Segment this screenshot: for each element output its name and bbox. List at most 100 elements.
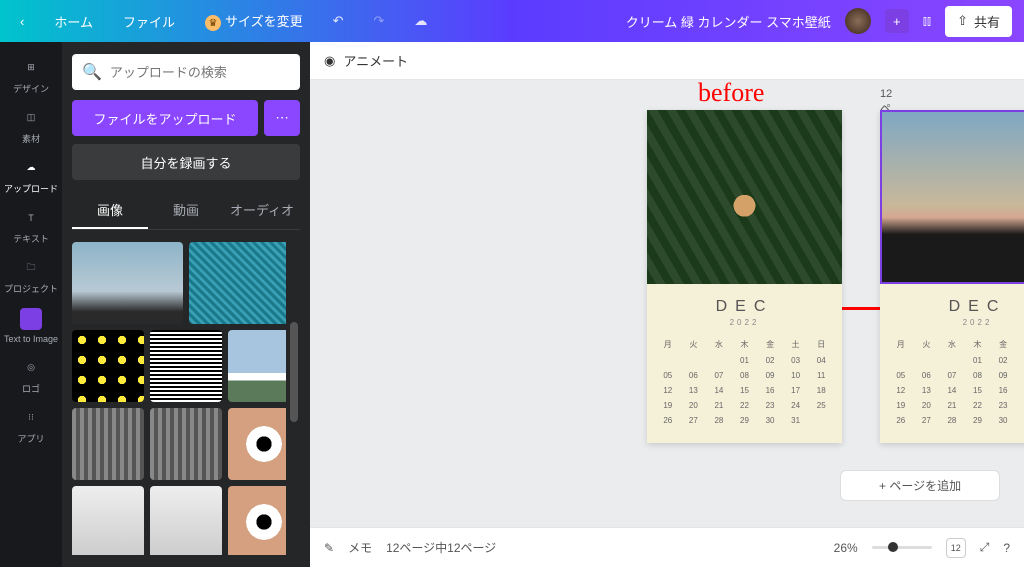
calendar-weekday: 水	[708, 339, 730, 350]
add-member-button[interactable]: +	[885, 9, 909, 33]
calendar-day: 15	[734, 386, 756, 395]
calendar-day: 21	[941, 401, 963, 410]
upload-thumb[interactable]	[150, 486, 222, 555]
search-icon: 🔍	[82, 62, 102, 82]
tab-image[interactable]: 画像	[72, 192, 148, 229]
file-button[interactable]: ファイル	[115, 8, 183, 35]
text-icon: T	[21, 208, 41, 228]
back-icon[interactable]: ‹	[12, 10, 32, 33]
calendar-year: 2022	[657, 318, 832, 327]
search-input[interactable]: 🔍	[72, 54, 300, 90]
calendar-day	[916, 356, 938, 365]
page-image-selected[interactable]	[880, 110, 1024, 284]
calendar-weekday: 水	[941, 339, 963, 350]
calendar-day	[810, 416, 832, 425]
rail-elements[interactable]: ◫素材	[3, 102, 59, 150]
rail-text[interactable]: Tテキスト	[3, 202, 59, 250]
calendar-day: 03	[1018, 356, 1024, 365]
animate-button[interactable]: アニメート	[343, 51, 408, 70]
calendar-day: 30	[992, 416, 1014, 425]
calendar-day: 23	[992, 401, 1014, 410]
upload-more-button[interactable]: ⋯	[264, 100, 300, 136]
rail-design[interactable]: ⊞デザイン	[3, 52, 59, 100]
calendar-day: 22	[967, 401, 989, 410]
tab-audio[interactable]: オーディオ	[224, 192, 300, 229]
annotation-before: before	[698, 80, 764, 108]
calendar-day: 06	[683, 371, 705, 380]
page-view-button[interactable]: 12	[946, 538, 966, 558]
elements-icon: ◫	[21, 108, 41, 128]
home-button[interactable]: ホーム	[46, 8, 101, 35]
rail-logo[interactable]: ◎ロゴ	[3, 352, 59, 400]
calendar-page-before[interactable]: DEC 2022 月火水木金土日010203040506070809101112…	[647, 110, 842, 443]
share-icon: ⇧	[957, 13, 968, 29]
calendar-day: 08	[734, 371, 756, 380]
calendar-day: 06	[916, 371, 938, 380]
upload-thumb[interactable]	[150, 408, 222, 480]
calendar-day: 24	[785, 401, 807, 410]
calendar-day: 22	[734, 401, 756, 410]
avatar[interactable]	[845, 8, 871, 34]
fullscreen-icon[interactable]: ⤢	[980, 540, 990, 555]
rail-label: アプリ	[17, 432, 44, 445]
notes-icon[interactable]: ✎	[324, 541, 334, 555]
upload-thumb[interactable]	[72, 486, 144, 555]
design-icon: ⊞	[21, 58, 41, 78]
calendar-day: 07	[708, 371, 730, 380]
rail-label: プロジェクト	[4, 282, 58, 295]
texttoimage-icon	[20, 308, 42, 330]
analytics-icon[interactable]: ⫾⫾	[923, 13, 931, 29]
rail-texttoimage[interactable]: Text to Image	[3, 302, 59, 350]
calendar-weekday: 月	[890, 339, 912, 350]
calendar-day: 01	[734, 356, 756, 365]
document-title[interactable]: クリーム 緑 カレンダー スマホ壁紙	[626, 12, 831, 31]
scrollbar-thumb[interactable]	[290, 322, 298, 422]
notes-button[interactable]: メモ	[348, 539, 372, 556]
share-button[interactable]: ⇧共有	[945, 6, 1012, 37]
apps-icon: ⁝⁝	[21, 408, 41, 428]
rail-uploads[interactable]: ☁アップロード	[3, 152, 59, 200]
calendar-day	[890, 356, 912, 365]
calendar-day: 13	[683, 386, 705, 395]
calendar-day	[683, 356, 705, 365]
calendar-day: 19	[890, 401, 912, 410]
calendar-day: 10	[1018, 371, 1024, 380]
rail-projects[interactable]: 🗀プロジェクト	[3, 252, 59, 300]
calendar-day	[941, 356, 963, 365]
panel-scrollbar[interactable]	[286, 242, 300, 555]
zoom-value[interactable]: 26%	[834, 541, 858, 555]
record-button[interactable]: 自分を録画する	[72, 144, 300, 180]
calendar-month: DEC	[890, 298, 1024, 316]
calendar-day: 13	[916, 386, 938, 395]
calendar-day: 26	[657, 416, 679, 425]
undo-icon[interactable]: ↶	[325, 9, 352, 33]
calendar-day: 21	[708, 401, 730, 410]
calendar-page-after[interactable]: DEC 2022 月火水木金土日010203040506070809101112…	[880, 110, 1024, 443]
upload-button[interactable]: ファイルをアップロード	[72, 100, 258, 136]
rail-label: Text to Image	[4, 334, 58, 344]
upload-thumb[interactable]	[150, 330, 222, 402]
search-field[interactable]	[110, 65, 290, 80]
upload-thumb[interactable]	[72, 242, 183, 324]
help-icon[interactable]: ?	[1003, 541, 1010, 555]
zoom-slider[interactable]	[872, 546, 932, 549]
upload-thumb[interactable]	[72, 330, 144, 402]
calendar-day: 19	[657, 401, 679, 410]
calendar-day: 17	[785, 386, 807, 395]
tab-video[interactable]: 動画	[148, 192, 224, 229]
rail-apps[interactable]: ⁝⁝ アプリ	[3, 402, 59, 450]
calendar-day: 05	[890, 371, 912, 380]
page-image	[647, 110, 842, 284]
calendar-day: 15	[967, 386, 989, 395]
add-page-button[interactable]: + ページを追加	[840, 470, 1000, 501]
upload-thumb[interactable]	[189, 242, 300, 324]
resize-button[interactable]: ♛サイズを変更	[197, 7, 311, 36]
upload-thumb[interactable]	[72, 408, 144, 480]
calendar-day: 14	[941, 386, 963, 395]
calendar-day: 02	[992, 356, 1014, 365]
calendar-weekday: 土	[1018, 339, 1024, 350]
calendar-weekday: 火	[916, 339, 938, 350]
cloud-sync-icon[interactable]: ☁	[406, 9, 435, 33]
calendar-day: 01	[967, 356, 989, 365]
redo-icon[interactable]: ↷	[366, 9, 393, 33]
